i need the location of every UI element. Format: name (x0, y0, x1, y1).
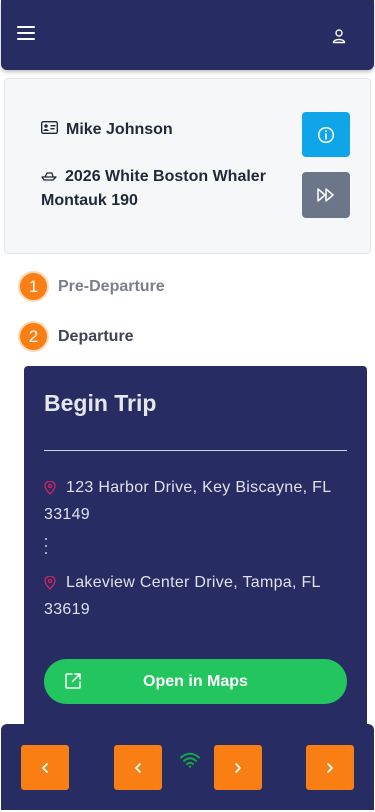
wifi-icon (179, 752, 201, 773)
from-address: 123 Harbor Drive, Key Biscayne, FL 33149 (44, 476, 349, 527)
boat-row: 2026 White Boston Whaler Montauk 190 (41, 165, 286, 213)
trip-info-card: Mike Johnson 2026 White Boston Whaler Mo… (4, 78, 371, 254)
step-pre-departure[interactable]: 1 Pre-Departure (20, 273, 165, 300)
step-label: Departure (58, 327, 134, 345)
next-icon (235, 762, 241, 773)
previous-button[interactable] (114, 745, 162, 790)
first-page-icon (42, 762, 48, 773)
user-icon[interactable] (331, 28, 347, 44)
map-pin-icon (44, 479, 56, 503)
open-in-maps-button[interactable]: Open in Maps (44, 659, 347, 704)
info-icon (317, 126, 335, 143)
fast-forward-icon (317, 188, 334, 202)
to-address-text: Lakeview Center Drive, Tampa, FL 33619 (44, 574, 321, 618)
last-page-button[interactable] (306, 745, 354, 790)
step-number: 2 (20, 323, 47, 350)
open-in-maps-label: Open in Maps (143, 673, 248, 690)
top-app-bar (1, 0, 374, 70)
id-card-icon (40, 120, 59, 139)
hamburger-menu-icon[interactable] (17, 26, 35, 40)
step-departure[interactable]: 2 Departure (20, 323, 134, 350)
skip-button[interactable] (302, 172, 350, 218)
divider (44, 450, 347, 451)
route-dots (45, 538, 49, 556)
first-page-button[interactable] (21, 745, 69, 790)
to-address: Lakeview Center Drive, Tampa, FL 33619 (44, 571, 349, 622)
driver-row: Mike Johnson (40, 120, 173, 139)
trip-title: Begin Trip (44, 390, 157, 416)
info-button[interactable] (302, 112, 350, 157)
map-pin-icon (44, 574, 56, 598)
last-page-icon (327, 762, 333, 773)
next-button[interactable] (214, 745, 262, 790)
bottom-navigation-bar (1, 724, 374, 810)
from-address-text: 123 Harbor Drive, Key Biscayne, FL 33149 (44, 479, 331, 523)
driver-name: Mike Johnson (66, 121, 173, 138)
previous-icon (135, 762, 141, 773)
step-number: 1 (20, 273, 47, 300)
begin-trip-card: Begin Trip 123 Harbor Drive, Key Biscayn… (24, 366, 367, 736)
boat-name: 2026 White Boston Whaler Montauk 190 (41, 168, 266, 210)
step-label: Pre-Departure (58, 277, 165, 295)
boat-icon (41, 165, 57, 189)
